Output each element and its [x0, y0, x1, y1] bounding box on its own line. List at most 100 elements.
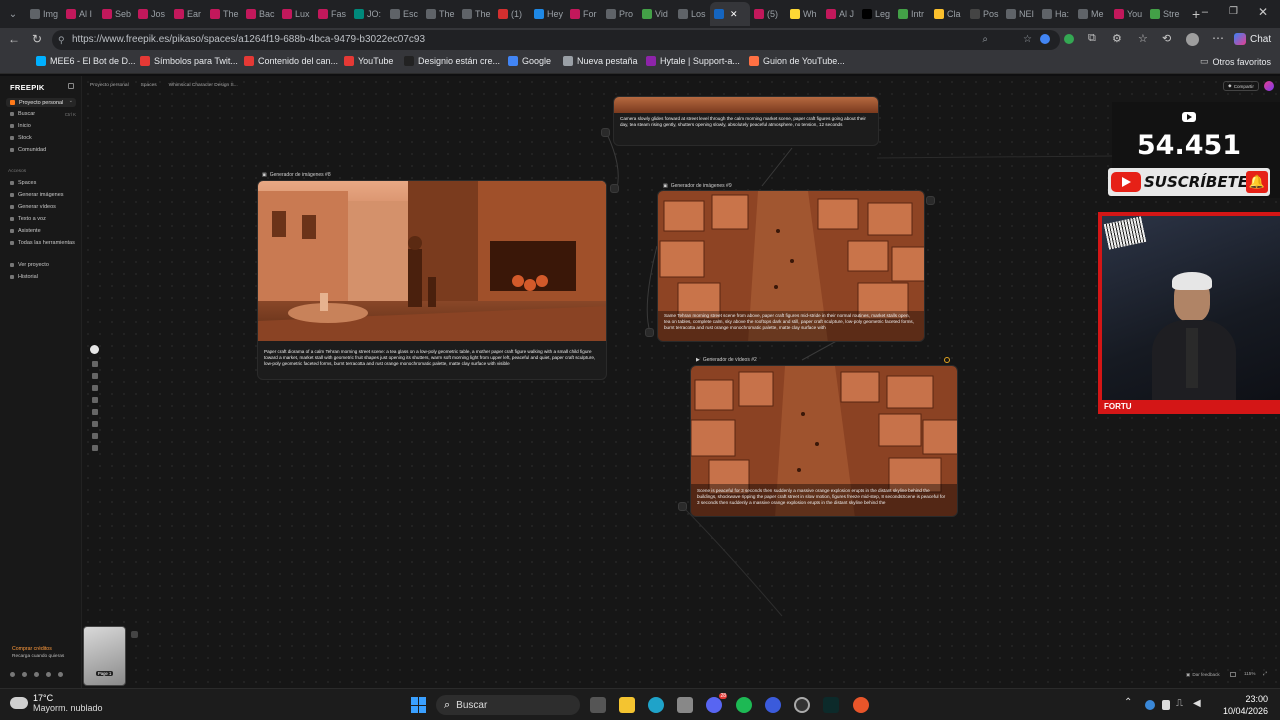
settings-icon[interactable]: ⚙	[1112, 32, 1122, 45]
sidebar-item-text-to-speech[interactable]: Texto a voz	[10, 216, 46, 222]
frame-tool-icon[interactable]	[92, 397, 98, 403]
url-input[interactable]: ⚲ https://www.freepik.es/pikaso/spaces/a…	[52, 30, 1060, 50]
browser-tab[interactable]: Seb	[98, 2, 134, 26]
browser-tab[interactable]: Jos	[134, 2, 170, 26]
tab-search-button[interactable]: ⌄	[0, 2, 26, 26]
settings-icon[interactable]	[10, 672, 15, 677]
comment-tool-icon[interactable]	[92, 433, 98, 439]
shape-tool-icon[interactable]	[92, 421, 98, 427]
weather-widget[interactable]: 17°C Mayorm. nublado	[10, 693, 103, 713]
taskbar-search[interactable]: ⌕ Buscar	[436, 695, 580, 715]
clock[interactable]: 23:00 10/04/2026	[1218, 694, 1268, 716]
file-explorer-icon[interactable]	[619, 697, 635, 713]
reload-icon[interactable]: ↻	[32, 32, 42, 46]
browser-tab[interactable]: Al I	[62, 2, 98, 26]
sidebar-item-spaces[interactable]: Spaces	[10, 180, 36, 186]
network-icon[interactable]: ⎍	[1176, 698, 1183, 709]
sidebar-item-community[interactable]: Comunidad	[10, 147, 46, 153]
sidebar-item-view-project[interactable]: Ver proyecto	[10, 262, 49, 268]
profile-avatar[interactable]	[1186, 33, 1199, 46]
browser-tab[interactable]: Wh	[786, 2, 822, 26]
bell-icon[interactable]	[46, 672, 51, 677]
collapse-sidebar-icon[interactable]	[68, 83, 74, 89]
browser-tab[interactable]: Pro	[602, 2, 638, 26]
browser-tab[interactable]: You	[1110, 2, 1146, 26]
sidebar-item-stock[interactable]: Stock	[10, 135, 32, 141]
browser-tab[interactable]: Cla	[930, 2, 966, 26]
image-node-card[interactable]: Paper craft diorama of a calm Tehran mor…	[257, 180, 607, 380]
more-icon[interactable]	[58, 672, 63, 677]
page-thumbnail[interactable]: Page 1	[83, 626, 126, 686]
copilot-chat-button[interactable]: Chat	[1234, 33, 1271, 45]
terminal-icon[interactable]	[823, 697, 839, 713]
tray-icon[interactable]	[1145, 700, 1155, 710]
browser-tab[interactable]: NEI	[1002, 2, 1038, 26]
browser-tab[interactable]: (1)	[494, 2, 530, 26]
favorites-icon[interactable]: ☆	[1138, 32, 1148, 45]
bookmark-item[interactable]: MEE6 - El Bot de D...	[36, 56, 136, 66]
browser-tab[interactable]: Esc	[386, 2, 422, 26]
bookmark-item[interactable]: Designio están cre...	[404, 56, 500, 66]
browser-tab[interactable]: JO:	[350, 2, 386, 26]
task-view-icon[interactable]	[590, 697, 606, 713]
sidebar-item-all-tools[interactable]: Todas las herramientas	[10, 240, 75, 246]
workspace-selector[interactable]: Proyecto personal ⌄	[6, 98, 76, 107]
new-tab-button[interactable]: +	[1192, 6, 1200, 22]
add-node-button[interactable]	[90, 345, 99, 354]
sidebar-item-assistant[interactable]: Asistente	[10, 228, 41, 234]
zoom-icon[interactable]: ⌕	[982, 30, 988, 50]
browser-tab[interactable]: The	[458, 2, 494, 26]
image-tool-icon[interactable]	[92, 385, 98, 391]
bookmark-item[interactable]: Guion de YouTube...	[749, 56, 845, 66]
feedback-button[interactable]: ▣ Dar feedback	[1186, 672, 1220, 678]
spotify-icon[interactable]	[736, 697, 752, 713]
history-icon[interactable]: ⟲	[1162, 32, 1171, 45]
node-input-handle[interactable]	[678, 502, 687, 511]
volume-icon[interactable]: ◀	[1193, 698, 1201, 709]
sidebar-item-generate-images[interactable]: Generar imágenes	[10, 192, 64, 198]
extension-icon[interactable]	[1040, 34, 1050, 44]
bookmark-item[interactable]: Símbolos para Twit...	[140, 56, 238, 66]
browser-tab[interactable]: Los	[674, 2, 710, 26]
browser-tab[interactable]: Pos	[966, 2, 1002, 26]
app-icon[interactable]	[853, 697, 869, 713]
buy-credits-button[interactable]: Comprar créditos Recarga cuando quieras	[12, 646, 64, 659]
back-icon[interactable]: ←	[8, 32, 20, 46]
browser-tab[interactable]: Al J	[822, 2, 858, 26]
more-tools-icon[interactable]	[92, 445, 98, 451]
sidebar-item-generate-videos[interactable]: Generar vídeos	[10, 204, 56, 210]
node-input-handle[interactable]	[645, 328, 654, 337]
store-icon[interactable]	[677, 697, 693, 713]
help-icon[interactable]	[22, 672, 27, 677]
cursor-tool-icon[interactable]	[92, 361, 98, 367]
bookmark-item[interactable]: Contenido del can...	[244, 56, 338, 66]
notification-icon[interactable]	[34, 672, 39, 677]
browser-tab[interactable]: Intr	[894, 2, 930, 26]
sidebar-item-search[interactable]: Buscar Ctrl K	[10, 111, 76, 117]
image-node-card[interactable]: Same Tehran morning street scene from ab…	[657, 190, 925, 342]
browser-tab[interactable]: The	[422, 2, 458, 26]
browser-tab[interactable]: For	[566, 2, 602, 26]
browser-tab[interactable]: Ear	[170, 2, 206, 26]
site-info-icon[interactable]: ⚲	[58, 30, 65, 50]
bookmark-item[interactable]: Google	[508, 56, 551, 66]
app-icon[interactable]	[765, 697, 781, 713]
more-menu-icon[interactable]: ⋯	[1212, 31, 1224, 45]
browser-tab[interactable]: Bac	[242, 2, 278, 26]
tray-chevron-icon[interactable]: ⌃	[1124, 697, 1132, 708]
other-bookmarks-folder[interactable]: ▭ Otros favoritos	[1200, 56, 1271, 67]
browser-tab[interactable]: Img	[26, 2, 62, 26]
freepik-logo[interactable]: FREEPIK	[10, 83, 45, 92]
discord-icon[interactable]: 28	[706, 693, 727, 713]
maximize-button[interactable]: ❐	[1229, 6, 1238, 17]
close-window-button[interactable]: ✕	[1258, 5, 1268, 19]
browser-tab[interactable]: Vid	[638, 2, 674, 26]
browser-tab[interactable]: The	[206, 2, 242, 26]
obs-icon[interactable]	[794, 697, 810, 713]
node-output-handle[interactable]	[926, 196, 935, 205]
bookmark-item[interactable]: YouTube	[344, 56, 393, 66]
sidebar-item-home[interactable]: Inicio	[10, 123, 31, 129]
pen-tool-icon[interactable]	[92, 409, 98, 415]
minimize-button[interactable]: –	[1202, 6, 1208, 18]
browser-tab[interactable]: Stre	[1146, 2, 1182, 26]
